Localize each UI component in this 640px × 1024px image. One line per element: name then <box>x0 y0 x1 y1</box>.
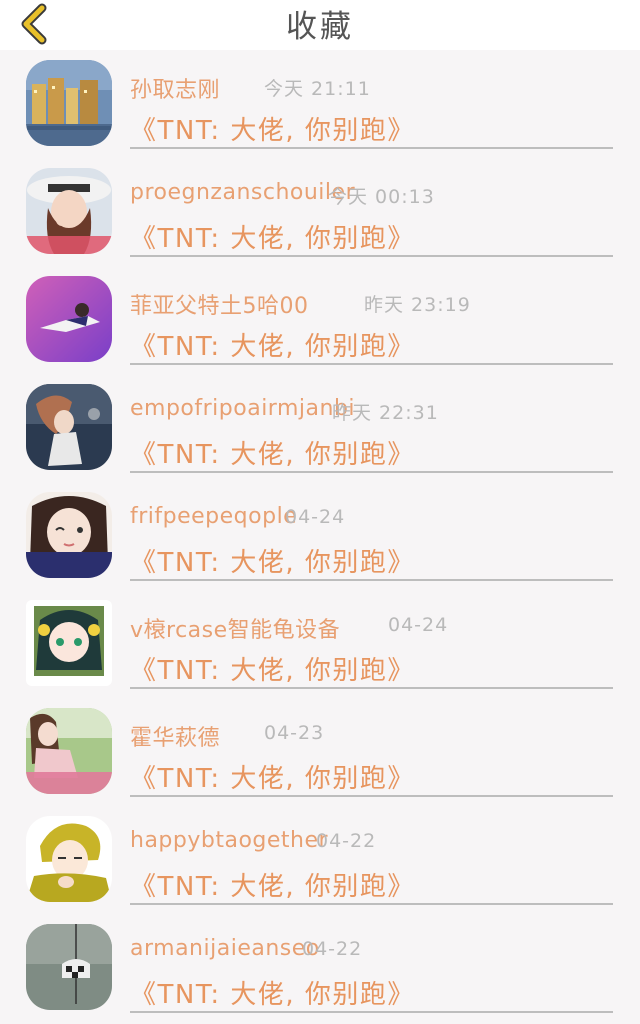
user-name[interactable]: 菲亚父特土5哈00 <box>130 288 309 320</box>
timestamp: 今天 00:13 <box>328 186 435 208</box>
user-name[interactable]: armanijaieanseo <box>130 936 320 961</box>
content-title[interactable]: 《TNT: 大佬, 你别跑》 <box>130 758 415 795</box>
user-name[interactable]: proegnzanschouiler <box>130 180 355 205</box>
user-name[interactable]: empofripoairmjanbi <box>130 396 355 421</box>
timestamp: 昨天 22:31 <box>332 402 439 424</box>
list-item[interactable]: armanijaieanseo 04-22 《TNT: 大佬, 你别跑》 <box>0 914 640 1022</box>
divider <box>130 363 613 365</box>
anime-girl-avatar <box>26 600 112 686</box>
divider <box>130 255 613 257</box>
user-name[interactable]: v榱rcase智能龟设备 <box>130 612 340 644</box>
purple-figure-avatar <box>26 276 112 362</box>
list-item[interactable]: 菲亚父特土5哈00 昨天 23:19 《TNT: 大佬, 你别跑》 <box>0 266 640 374</box>
city-photo-avatar <box>26 60 112 146</box>
content-title[interactable]: 《TNT: 大佬, 你别跑》 <box>130 434 415 471</box>
divider <box>130 579 613 581</box>
list-item[interactable]: frifpeepeqople 04-24 《TNT: 大佬, 你别跑》 <box>0 482 640 590</box>
winking-girl-avatar <box>26 492 112 578</box>
timestamp: 04-22 <box>316 830 377 852</box>
list-item[interactable]: 孙取志刚 今天 21:11 《TNT: 大佬, 你别跑》 <box>0 50 640 158</box>
content-title[interactable]: 《TNT: 大佬, 你别跑》 <box>130 974 415 1011</box>
dancer-avatar <box>26 384 112 470</box>
timestamp: 04-22 <box>302 938 363 960</box>
favorites-list: 孙取志刚 今天 21:11 《TNT: 大佬, 你别跑》 proegnzansc… <box>0 50 640 1024</box>
girl-hat-avatar <box>26 168 112 254</box>
list-item[interactable]: empofripoairmjanbi 昨天 22:31 《TNT: 大佬, 你别… <box>0 374 640 482</box>
top-bar: 收藏 <box>0 0 640 50</box>
content-title[interactable]: 《TNT: 大佬, 你别跑》 <box>130 110 415 147</box>
list-item[interactable]: v榱rcase智能龟设备 04-24 《TNT: 大佬, 你别跑》 <box>0 590 640 698</box>
list-item[interactable]: 霍华萩德 04-23 《TNT: 大佬, 你别跑》 <box>0 698 640 806</box>
divider <box>130 795 613 797</box>
timestamp: 今天 21:11 <box>264 78 371 100</box>
user-name[interactable]: 霍华萩德 <box>130 720 220 752</box>
content-title[interactable]: 《TNT: 大佬, 你别跑》 <box>130 218 415 255</box>
divider <box>130 147 613 149</box>
divider <box>130 903 613 905</box>
user-name[interactable]: happybtaogether <box>130 828 328 853</box>
list-item[interactable]: happybtaogether 04-22 《TNT: 大佬, 你别跑》 <box>0 806 640 914</box>
content-title[interactable]: 《TNT: 大佬, 你别跑》 <box>130 326 415 363</box>
timestamp: 04-24 <box>388 614 449 636</box>
content-title[interactable]: 《TNT: 大佬, 你别跑》 <box>130 866 415 903</box>
list-item[interactable]: proegnzanschouiler 今天 00:13 《TNT: 大佬, 你别… <box>0 158 640 266</box>
divider <box>130 471 613 473</box>
content-title[interactable]: 《TNT: 大佬, 你别跑》 <box>130 542 415 579</box>
page-title: 收藏 <box>286 9 354 45</box>
timestamp: 04-24 <box>285 506 346 528</box>
user-name[interactable]: 孙取志刚 <box>130 72 220 104</box>
timestamp: 04-23 <box>264 722 325 744</box>
wind-chime-avatar <box>26 924 112 1010</box>
content-title[interactable]: 《TNT: 大佬, 你别跑》 <box>130 650 415 687</box>
anime-boy-avatar <box>26 816 112 902</box>
girl-nature-avatar <box>26 708 112 794</box>
divider <box>130 687 613 689</box>
timestamp: 昨天 23:19 <box>364 294 471 316</box>
divider <box>130 1011 613 1013</box>
user-name[interactable]: frifpeepeqople <box>130 504 297 529</box>
